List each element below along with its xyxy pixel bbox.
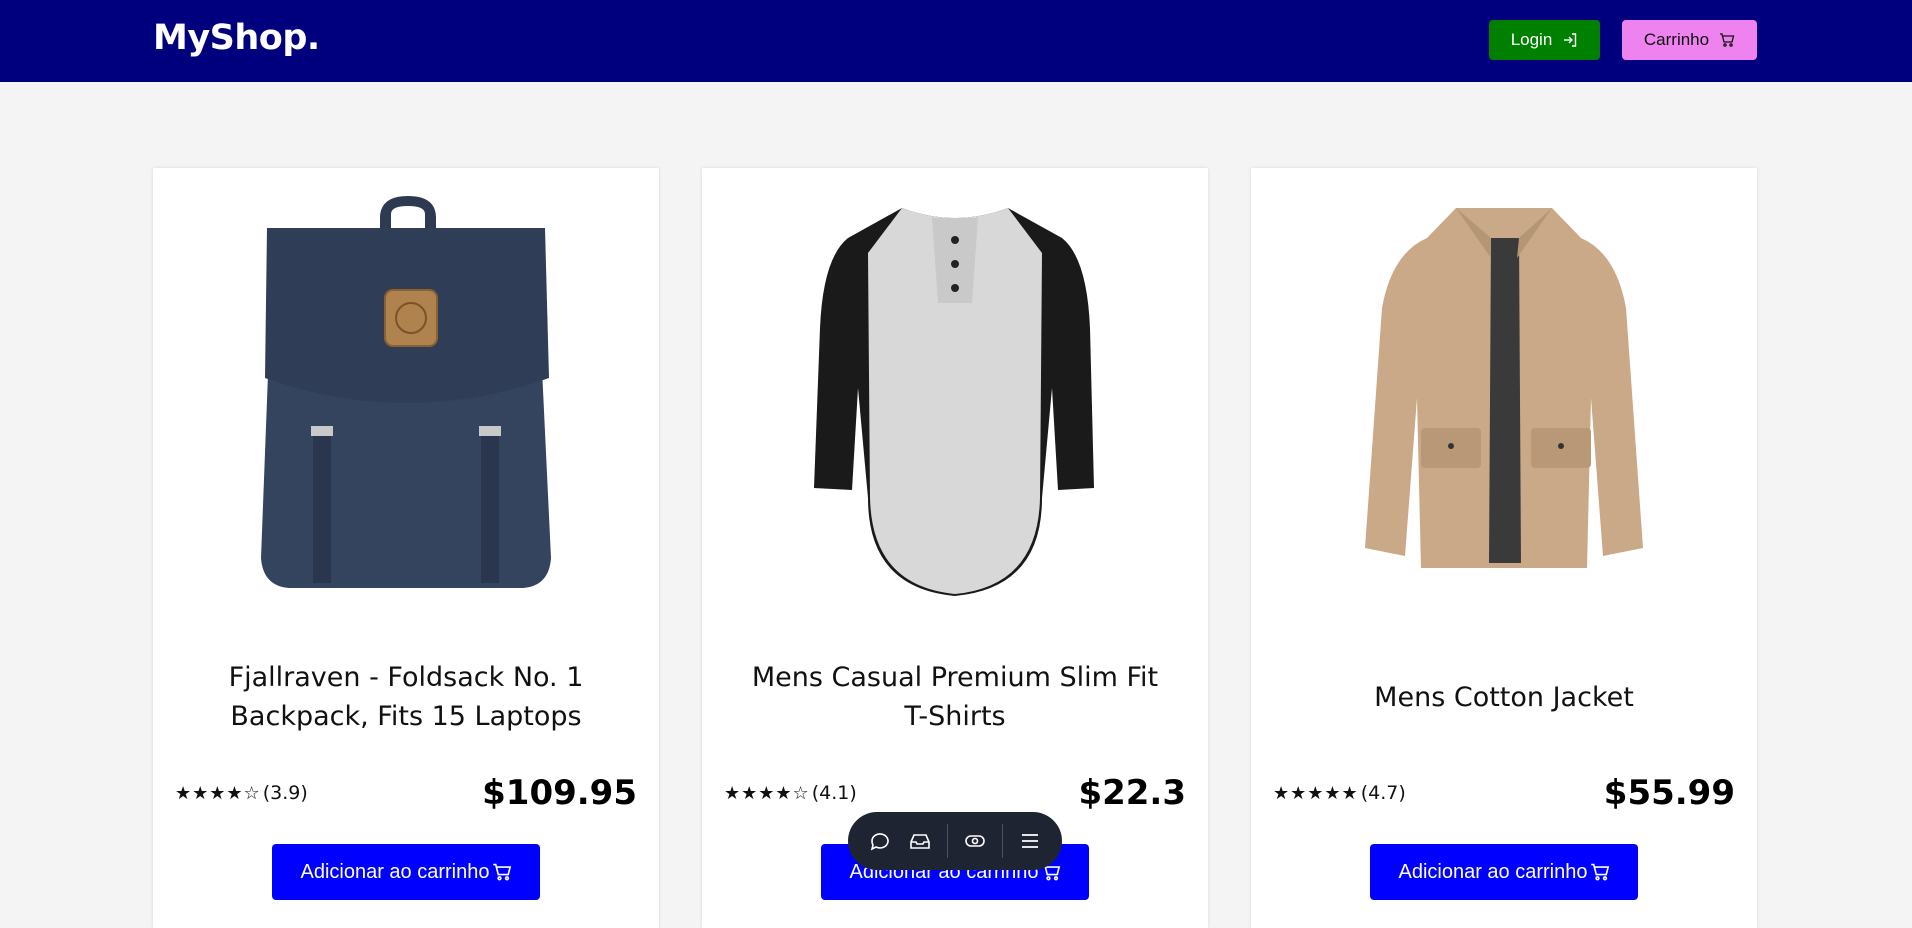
product-price: $109.95: [482, 773, 637, 813]
product-price: $22.3: [1078, 773, 1186, 813]
add-to-cart-label: Adicionar ao carrinho: [1398, 860, 1588, 883]
cart-icon: [1720, 33, 1735, 47]
product-rating: ★★★★★ (4.7): [1273, 782, 1406, 804]
toolbar-divider: [1002, 824, 1003, 858]
jacket-image[interactable]: [1251, 178, 1757, 598]
login-icon: [1564, 33, 1577, 47]
cart-label: Carrinho: [1643, 30, 1710, 49]
product-title[interactable]: Mens Cotton Jacket: [1291, 652, 1717, 742]
top-navbar: MyShop. Login Carrinho: [0, 0, 1912, 82]
rating-value: (4.1): [811, 782, 857, 804]
product-card: Mens Cotton Jacket ★★★★★ (4.7) $55.99 Ad…: [1251, 168, 1757, 928]
toolbar-divider: [947, 824, 948, 858]
product-card: Fjallraven - Foldsack No. 1 Backpack, Fi…: [153, 168, 659, 928]
product-price: $55.99: [1603, 773, 1735, 813]
floating-toolbar: [848, 812, 1062, 870]
inbox-icon[interactable]: [907, 828, 933, 854]
backpack-image[interactable]: [153, 178, 659, 598]
rating-value: (4.7): [1360, 782, 1406, 804]
product-title[interactable]: Fjallraven - Foldsack No. 1 Backpack, Fi…: [193, 652, 619, 742]
cart-button[interactable]: Carrinho: [1622, 20, 1757, 60]
chat-icon[interactable]: [867, 828, 893, 854]
product-rating: ★★★★☆ (4.1): [724, 782, 857, 804]
eye-icon[interactable]: [962, 828, 988, 854]
product-title[interactable]: Mens Casual Premium Slim Fit T-Shirts: [742, 652, 1168, 742]
product-rating: ★★★★☆ (3.9): [175, 782, 308, 804]
rating-stars: ★★★★☆: [724, 782, 810, 804]
add-to-cart-button[interactable]: Adicionar ao carrinho: [272, 844, 540, 900]
rating-stars: ★★★★☆: [175, 782, 261, 804]
login-label: Login: [1510, 30, 1553, 49]
rating-stars: ★★★★★: [1273, 782, 1359, 804]
shop-logo[interactable]: MyShop.: [153, 18, 320, 58]
menu-icon[interactable]: [1017, 828, 1043, 854]
cart-icon: [492, 863, 511, 881]
login-button[interactable]: Login: [1489, 20, 1600, 60]
rating-value: (3.9): [262, 782, 308, 804]
cart-icon: [1590, 863, 1609, 881]
add-to-cart-button[interactable]: Adicionar ao carrinho: [1370, 844, 1638, 900]
tshirt-image[interactable]: [702, 178, 1208, 598]
add-to-cart-label: Adicionar ao carrinho: [300, 860, 490, 883]
